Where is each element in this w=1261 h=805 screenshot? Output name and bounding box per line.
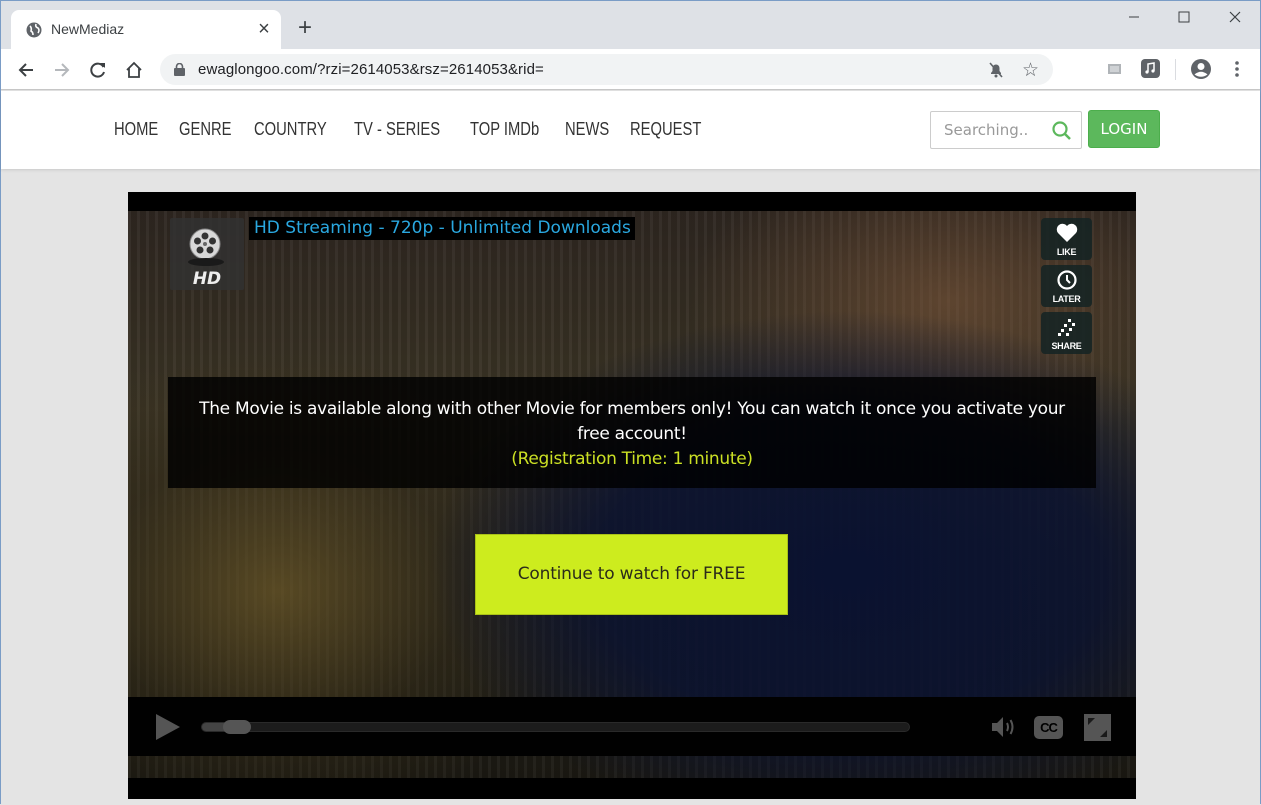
progress-track[interactable] <box>201 720 910 734</box>
minimize-icon <box>1129 16 1139 18</box>
maximize-icon <box>1178 11 1190 23</box>
nav-tv-series[interactable]: TV - SERIES <box>354 119 440 140</box>
search-icon[interactable] <box>1051 120 1073 142</box>
menu-icon[interactable] <box>1234 60 1240 78</box>
home-button[interactable] <box>121 57 147 83</box>
nav-genre[interactable]: GENRE <box>179 119 231 140</box>
home-icon <box>126 61 142 78</box>
close-icon <box>1229 11 1241 23</box>
hd-logo: HD <box>170 218 244 290</box>
message-text: The Movie is available along with other … <box>199 399 1065 444</box>
nav-news[interactable]: NEWS <box>565 119 609 140</box>
nav-home[interactable]: HOME <box>114 119 158 140</box>
closed-captions-button[interactable]: CC <box>1034 716 1063 739</box>
close-tab-icon[interactable]: × <box>254 17 274 41</box>
like-label: LIKE <box>1056 247 1077 257</box>
nav-top-imdb[interactable]: TOP IMDb <box>470 119 539 140</box>
back-button[interactable] <box>13 57 39 83</box>
url-text[interactable]: ewaglongoo.com/?rzi=2614053&rsz=2614053&… <box>198 61 544 78</box>
forward-icon <box>55 63 70 77</box>
video-frame <box>128 211 1136 778</box>
play-icon[interactable] <box>156 714 180 740</box>
clock-icon <box>1057 270 1077 290</box>
browser-window: NewMediaz × + ewaglongoo.com/?rzi=261405… <box>0 0 1261 805</box>
nav-request[interactable]: REQUEST <box>630 119 701 140</box>
back-icon <box>18 63 33 77</box>
bookmark-star-icon[interactable]: ☆ <box>1022 59 1039 82</box>
later-label: LATER <box>1052 294 1081 304</box>
toolbar-divider <box>1175 59 1176 80</box>
player-bottom-bar <box>128 778 1136 799</box>
page-content: HOME GENRE COUNTRY TV - SERIES TOP IMDb … <box>1 91 1260 805</box>
search-box <box>930 111 1082 149</box>
tab-title: NewMediaz <box>51 21 125 37</box>
reload-button[interactable] <box>85 57 111 83</box>
like-button[interactable]: LIKE <box>1041 218 1092 260</box>
stream-headline: HD Streaming - 720p - Unlimited Download… <box>249 217 635 240</box>
main-nav: HOME GENRE COUNTRY TV - SERIES TOP IMDb … <box>114 119 717 140</box>
search-input[interactable] <box>932 113 1047 147</box>
share-icon <box>1058 319 1075 336</box>
registration-note: (Registration Time: 1 minute) <box>511 449 753 469</box>
fullscreen-button[interactable] <box>1084 714 1111 741</box>
svg-text:HD: HD <box>193 269 221 289</box>
address-bar[interactable]: ewaglongoo.com/?rzi=2614053&rsz=2614053&… <box>160 54 1053 85</box>
later-button[interactable]: LATER <box>1041 265 1092 307</box>
nav-country[interactable]: COUNTRY <box>254 119 327 140</box>
extension-icon[interactable] <box>1108 64 1121 74</box>
maximize-button[interactable] <box>1161 6 1207 34</box>
browser-tab[interactable]: NewMediaz × <box>11 10 281 49</box>
minimize-button[interactable] <box>1111 6 1157 34</box>
player-controls: CC <box>128 697 1136 756</box>
login-button[interactable]: LOGIN <box>1088 110 1160 148</box>
tab-strip: NewMediaz × + <box>1 1 1260 49</box>
profile-icon[interactable] <box>1190 58 1212 80</box>
volume-icon[interactable] <box>990 714 1020 740</box>
notifications-blocked-icon[interactable] <box>988 61 1004 79</box>
film-reel-icon: HD <box>188 228 224 289</box>
globe-icon <box>26 22 42 38</box>
reload-icon <box>90 62 105 78</box>
continue-watching-button[interactable]: Continue to watch for FREE <box>475 534 788 615</box>
fullscreen-icon <box>1088 718 1107 737</box>
media-icon[interactable] <box>1141 59 1160 78</box>
share-button[interactable]: SHARE <box>1041 312 1092 354</box>
share-label: SHARE <box>1051 341 1082 351</box>
heart-icon <box>1056 223 1078 242</box>
close-window-button[interactable] <box>1212 6 1258 34</box>
members-only-message: The Movie is available along with other … <box>168 377 1096 488</box>
new-tab-button[interactable]: + <box>293 16 317 41</box>
forward-button[interactable] <box>49 57 75 83</box>
browser-toolbar: ewaglongoo.com/?rzi=2614053&rsz=2614053&… <box>1 49 1260 90</box>
site-header: HOME GENRE COUNTRY TV - SERIES TOP IMDb … <box>1 91 1260 169</box>
video-player[interactable]: HD HD Streaming - 720p - Unlimited Downl… <box>128 192 1136 799</box>
progress-handle[interactable] <box>223 720 252 734</box>
lock-icon <box>174 63 185 76</box>
